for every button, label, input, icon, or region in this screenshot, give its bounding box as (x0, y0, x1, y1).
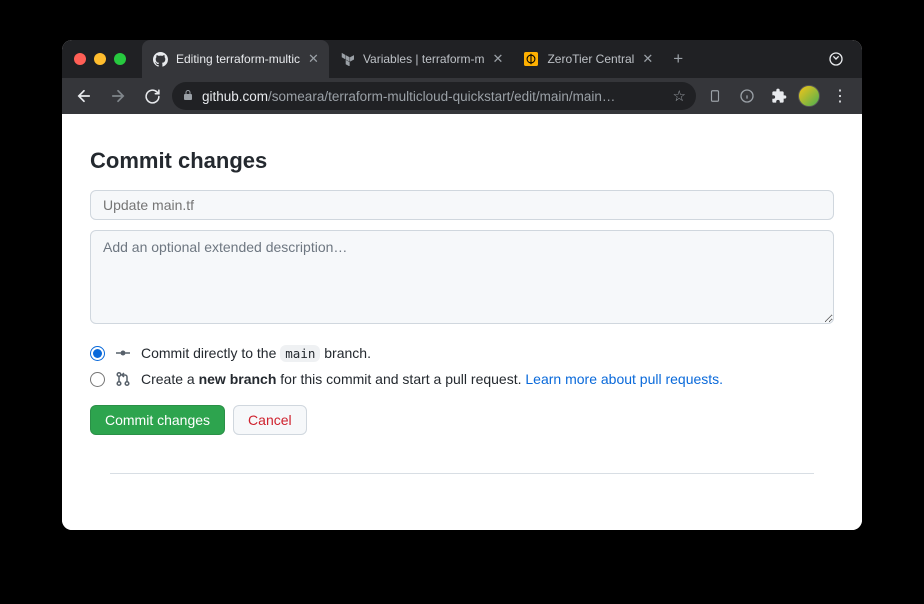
tab-zerotier[interactable]: ZeroTier Central ✕ (513, 40, 663, 78)
tab-title: ZeroTier Central (547, 52, 634, 66)
back-button[interactable] (70, 82, 98, 110)
maximize-window-button[interactable] (114, 53, 126, 65)
git-commit-icon (115, 345, 131, 361)
commit-direct-radio-row[interactable]: Commit directly to the main branch. (90, 345, 834, 361)
info-icon[interactable] (734, 83, 760, 109)
footer-divider (110, 473, 814, 474)
tab-title: Editing terraform-multic (176, 52, 300, 66)
cancel-button[interactable]: Cancel (233, 405, 307, 435)
tab-title: Variables | terraform-m (363, 52, 485, 66)
zerotier-icon (523, 51, 539, 67)
pull-request-learn-more-link[interactable]: Learn more about pull requests. (525, 371, 723, 387)
close-tab-icon[interactable]: ✕ (308, 51, 319, 67)
tab-terraform-vars[interactable]: Variables | terraform-m ✕ (329, 40, 514, 78)
close-tab-icon[interactable]: ✕ (642, 51, 653, 67)
close-tab-icon[interactable]: ✕ (493, 51, 504, 67)
address-bar: github.com/someara/terraform-multicloud-… (62, 78, 862, 114)
reload-button[interactable] (138, 82, 166, 110)
cast-icon[interactable] (822, 51, 850, 67)
terraform-icon (339, 51, 355, 67)
commit-direct-label: Commit directly to the main branch. (141, 345, 371, 361)
window-controls (74, 53, 126, 65)
page-content: Commit changes Commit directly to the ma… (62, 114, 862, 530)
close-window-button[interactable] (74, 53, 86, 65)
commit-direct-radio[interactable] (90, 346, 105, 361)
device-icon[interactable] (702, 83, 728, 109)
commit-changes-button[interactable]: Commit changes (90, 405, 225, 435)
browser-menu-icon[interactable]: ⋮ (826, 86, 854, 106)
page-title: Commit changes (90, 148, 834, 174)
commit-newbranch-radio[interactable] (90, 372, 105, 387)
button-row: Commit changes Cancel (90, 405, 834, 435)
url-bar[interactable]: github.com/someara/terraform-multicloud-… (172, 82, 696, 110)
git-pull-request-icon (115, 371, 131, 387)
new-tab-button[interactable]: + (663, 40, 693, 78)
browser-tabs: Editing terraform-multic ✕ Variables | t… (142, 40, 822, 78)
lock-icon (182, 89, 194, 104)
github-icon (152, 51, 168, 67)
forward-button[interactable] (104, 82, 132, 110)
browser-titlebar: Editing terraform-multic ✕ Variables | t… (62, 40, 862, 78)
profile-avatar[interactable] (798, 85, 820, 107)
minimize-window-button[interactable] (94, 53, 106, 65)
commit-title-input[interactable] (90, 190, 834, 220)
bookmark-icon[interactable]: ☆ (673, 87, 686, 105)
commit-newbranch-radio-row[interactable]: Create a new branch for this commit and … (90, 371, 834, 387)
commit-description-input[interactable] (90, 230, 834, 324)
browser-window: Editing terraform-multic ✕ Variables | t… (62, 40, 862, 530)
extensions-icon[interactable] (766, 83, 792, 109)
commit-newbranch-label: Create a new branch for this commit and … (141, 371, 723, 387)
tab-github-edit[interactable]: Editing terraform-multic ✕ (142, 40, 329, 78)
url-text: github.com/someara/terraform-multicloud-… (202, 89, 615, 104)
